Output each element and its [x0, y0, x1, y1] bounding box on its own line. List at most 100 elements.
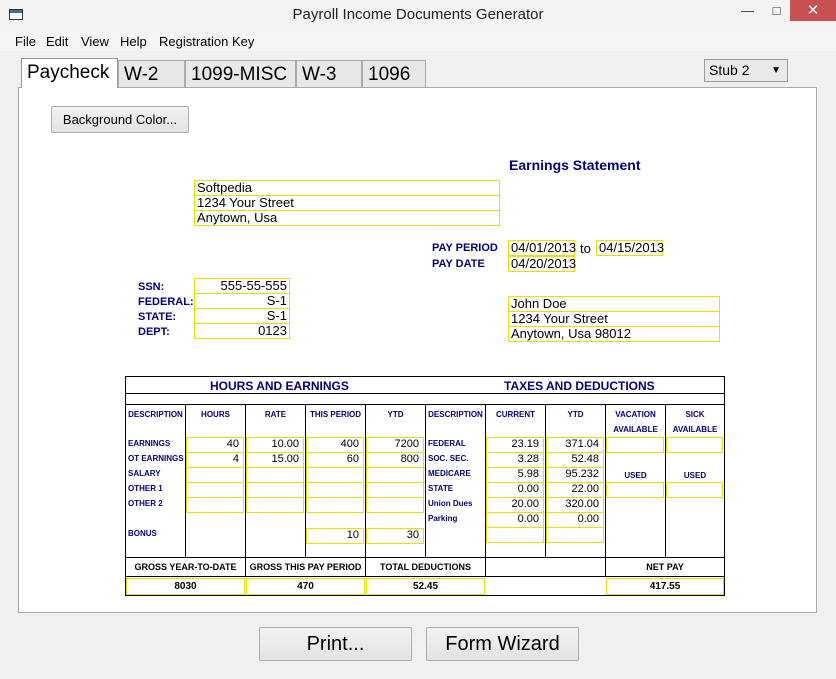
- col-current: CURRENT: [495, 410, 536, 419]
- soc-sec-current[interactable]: 3.28: [486, 452, 544, 468]
- earnings-ytd[interactable]: 7200: [366, 437, 424, 453]
- medicare-current[interactable]: 5.98: [486, 467, 544, 483]
- employee-city-field[interactable]: Anytown, Usa 98012: [508, 326, 720, 342]
- gross-ytd-value[interactable]: 8030: [126, 578, 245, 595]
- salary-rate[interactable]: [246, 467, 304, 483]
- sick-used-field[interactable]: [666, 482, 723, 498]
- pay-period-from-field[interactable]: 04/01/2013: [508, 240, 576, 256]
- total-deductions-label: TOTAL DEDUCTIONS: [379, 562, 471, 572]
- chevron-down-icon: ▼: [771, 65, 781, 76]
- menu-registration-key[interactable]: Registration Key: [159, 34, 254, 49]
- employee-name-field[interactable]: John Doe: [508, 296, 720, 312]
- print-button[interactable]: Print...: [259, 627, 412, 661]
- pay-date-field[interactable]: 04/20/2013: [508, 256, 576, 272]
- deduction-label-federal: FEDERAL: [428, 439, 466, 448]
- deduction-extra-ytd[interactable]: [546, 527, 604, 543]
- deduction-label-parking: Parking: [428, 514, 458, 523]
- state-current[interactable]: 0.00: [486, 482, 544, 498]
- federal-field[interactable]: S-1: [194, 293, 290, 309]
- medicare-ytd[interactable]: 95.232: [546, 467, 604, 483]
- minimize-button[interactable]: —: [733, 0, 762, 21]
- ssn-field[interactable]: 555-55-555: [194, 278, 290, 294]
- earnings-hours[interactable]: 40: [186, 437, 244, 453]
- bonus-this-period[interactable]: 10: [306, 528, 364, 544]
- other2-rate[interactable]: [246, 497, 304, 513]
- tab-1096[interactable]: 1096: [362, 60, 426, 87]
- background-color-button[interactable]: Background Color...: [51, 106, 189, 133]
- tab-1099-misc[interactable]: 1099-MISC: [185, 60, 296, 87]
- union-dues-ytd[interactable]: 320.00: [546, 497, 604, 513]
- state-field[interactable]: S-1: [194, 308, 290, 324]
- earnings-rate[interactable]: 10.00: [246, 437, 304, 453]
- federal-label: FEDERAL:: [138, 296, 194, 308]
- salary-hours[interactable]: [186, 467, 244, 483]
- tab-paycheck[interactable]: Paycheck: [21, 58, 118, 88]
- row-label-other2: OTHER 2: [128, 499, 163, 508]
- state-label: STATE:: [138, 311, 177, 323]
- stub-select[interactable]: Stub 2 ▼: [704, 59, 788, 82]
- row-label-ot-earnings: OT EARNINGS: [128, 454, 184, 463]
- employee-street-field[interactable]: 1234 Your Street: [508, 311, 720, 327]
- ot-ytd[interactable]: 800: [366, 452, 424, 468]
- row-label-salary: SALARY: [128, 469, 161, 478]
- col-vacation: VACATION: [615, 410, 656, 419]
- hours-earnings-header: HOURS AND EARNINGS: [210, 379, 349, 393]
- menu-edit[interactable]: Edit: [46, 34, 68, 49]
- vacation-used-label: USED: [624, 471, 647, 480]
- title-bar: Payroll Income Documents Generator — □ ✕: [0, 0, 836, 32]
- pay-period-label: PAY PERIOD: [432, 242, 498, 254]
- company-name-field[interactable]: Softpedia: [194, 180, 500, 196]
- federal-current[interactable]: 23.19: [486, 437, 544, 453]
- row-label-bonus: BONUS: [128, 529, 157, 538]
- other2-ytd[interactable]: [366, 497, 424, 513]
- close-button[interactable]: ✕: [790, 0, 836, 21]
- other1-ytd[interactable]: [366, 482, 424, 498]
- federal-ytd[interactable]: 371.04: [546, 437, 604, 453]
- vacation-used-field[interactable]: [606, 482, 664, 498]
- earnings-this-period[interactable]: 400: [306, 437, 364, 453]
- other2-hours[interactable]: [186, 497, 244, 513]
- other1-rate[interactable]: [246, 482, 304, 498]
- ot-hours[interactable]: 4: [186, 452, 244, 468]
- form-wizard-button[interactable]: Form Wizard: [426, 627, 579, 661]
- other2-this-period[interactable]: [306, 497, 364, 513]
- other1-this-period[interactable]: [306, 482, 364, 498]
- gross-period-value[interactable]: 470: [246, 578, 365, 595]
- parking-current[interactable]: 0.00: [486, 512, 544, 528]
- menu-help[interactable]: Help: [120, 34, 147, 49]
- net-pay-value[interactable]: 417.55: [606, 578, 724, 595]
- deduction-extra-current[interactable]: [486, 527, 544, 543]
- gross-period-label: GROSS THIS PAY PERIOD: [249, 562, 362, 572]
- maximize-button[interactable]: □: [762, 0, 791, 21]
- menu-view[interactable]: View: [81, 34, 109, 49]
- col-description: DESCRIPTION: [128, 410, 183, 419]
- soc-sec-ytd[interactable]: 52.48: [546, 452, 604, 468]
- company-city-field[interactable]: Anytown, Usa: [194, 210, 500, 226]
- tab-w2[interactable]: W-2: [118, 60, 185, 87]
- state-ytd[interactable]: 22.00: [546, 482, 604, 498]
- bonus-ytd[interactable]: 30: [366, 528, 424, 544]
- total-deductions-value[interactable]: 52.45: [366, 578, 485, 595]
- salary-ytd[interactable]: [366, 467, 424, 483]
- net-pay-label: NET PAY: [646, 562, 684, 572]
- ot-this-period[interactable]: 60: [306, 452, 364, 468]
- stub-select-value: Stub 2: [709, 62, 750, 78]
- pay-period-to-field[interactable]: 04/15/2013: [596, 240, 664, 256]
- other1-hours[interactable]: [186, 482, 244, 498]
- parking-ytd[interactable]: 0.00: [546, 512, 604, 528]
- dept-field[interactable]: 0123: [194, 323, 290, 339]
- vacation-available-field[interactable]: [606, 437, 664, 453]
- ot-rate[interactable]: 15.00: [246, 452, 304, 468]
- col-sick: SICK: [685, 410, 705, 419]
- pay-date-label: PAY DATE: [432, 258, 485, 270]
- company-street-field[interactable]: 1234 Your Street: [194, 195, 500, 211]
- salary-this-period[interactable]: [306, 467, 364, 483]
- sick-available: AVAILABLE: [672, 425, 718, 434]
- dept-label: DEPT:: [138, 326, 170, 338]
- menu-file[interactable]: File: [15, 34, 36, 49]
- deduction-label-union-dues: Union Dues: [428, 499, 473, 508]
- sick-available-field[interactable]: [666, 437, 723, 453]
- union-dues-current[interactable]: 20.00: [486, 497, 544, 513]
- sick-used-label: USED: [683, 471, 707, 480]
- tab-w3[interactable]: W-3: [296, 60, 362, 87]
